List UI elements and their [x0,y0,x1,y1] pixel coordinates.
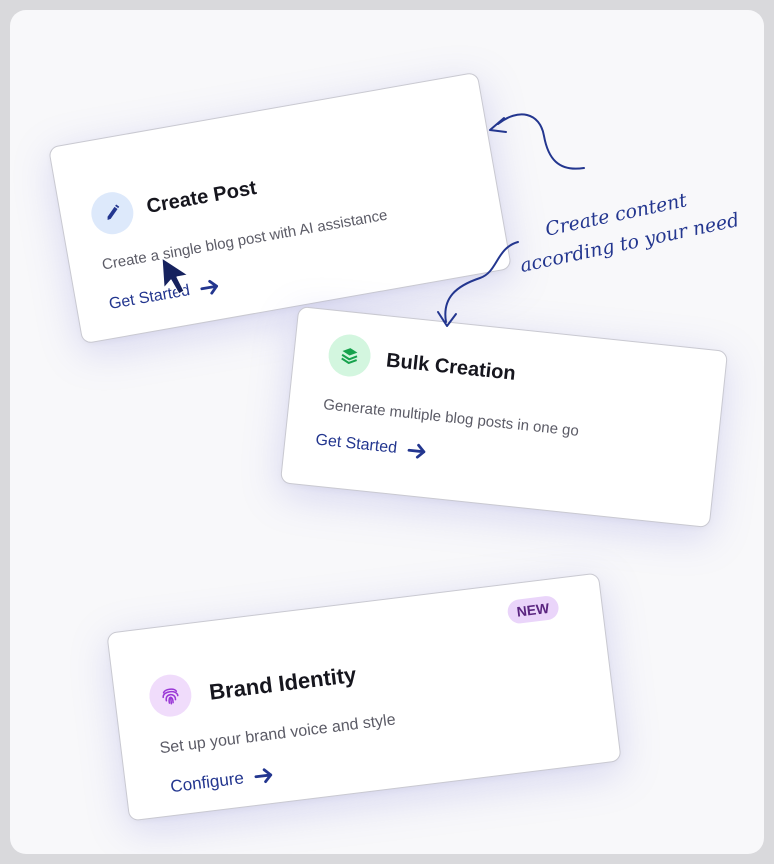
canvas-frame: Create Post Create a single blog post wi… [10,10,764,854]
mouse-cursor-icon [161,257,189,295]
